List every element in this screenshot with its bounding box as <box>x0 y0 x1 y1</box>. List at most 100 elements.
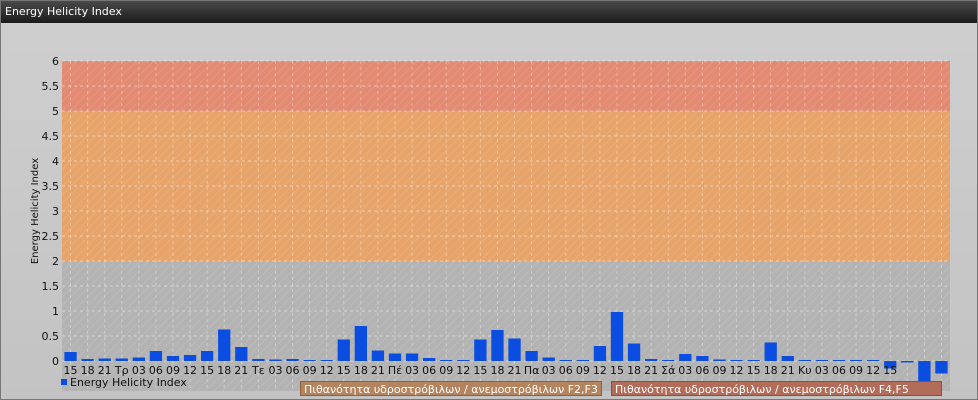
bar <box>542 357 555 361</box>
bar <box>423 358 436 361</box>
bar <box>166 356 180 361</box>
bar <box>491 330 504 361</box>
bar <box>115 358 128 361</box>
x-tick-label: 06 <box>422 364 436 377</box>
bar <box>440 360 453 361</box>
bar <box>201 351 214 361</box>
bar <box>132 357 145 361</box>
bar <box>764 342 777 361</box>
bar <box>645 359 658 361</box>
x-tick-label: 15 <box>200 364 214 377</box>
bar <box>354 326 367 361</box>
bar <box>593 346 607 361</box>
y-tick-label: 5 <box>52 105 59 118</box>
bar <box>405 353 419 361</box>
y-tick-label: 5.5 <box>42 80 60 93</box>
bar <box>320 360 333 361</box>
y-tick-label: 0.5 <box>42 330 60 343</box>
bar <box>832 360 846 361</box>
x-tick-label: 12 <box>593 364 607 377</box>
y-tick-label: 4 <box>52 155 59 168</box>
x-tick-label: 09 <box>712 364 726 377</box>
x-tick-label: 03 <box>268 364 282 377</box>
bar <box>149 351 163 361</box>
bar <box>388 353 402 361</box>
x-tick-label: 15 <box>610 364 624 377</box>
y-tick-label: 4.5 <box>42 130 60 143</box>
bar <box>252 359 265 361</box>
x-tick-label: 09 <box>849 364 863 377</box>
bar <box>935 361 948 374</box>
y-axis-ticks: 0 0.5 1 1.5 2 2.5 3 3.5 4 4.5 5 5.5 6 <box>42 55 60 368</box>
x-tick-label: 21 <box>371 364 385 377</box>
y-tick-label: 1 <box>52 305 59 318</box>
bar <box>525 351 538 361</box>
x-tick-label: 21 <box>644 364 658 377</box>
bar <box>627 343 641 361</box>
bar <box>303 360 316 361</box>
bar <box>815 360 829 361</box>
bar <box>730 360 743 361</box>
x-tick-label: 18 <box>490 364 504 377</box>
x-tick-label: 21 <box>508 364 522 377</box>
bar <box>576 360 589 361</box>
x-tick-label: 18 <box>217 364 231 377</box>
bar <box>901 361 914 363</box>
x-tick-label: 06 <box>559 364 573 377</box>
legend-swatch <box>61 379 67 385</box>
x-tick-label: 15 <box>883 364 897 377</box>
bar <box>747 360 760 361</box>
y-tick-label: 2.5 <box>42 230 60 243</box>
bar <box>183 355 197 361</box>
y-tick-label: 3 <box>52 205 59 218</box>
bar <box>713 359 726 361</box>
x-tick-label: Πέ <box>388 364 402 377</box>
x-tick-label: 15 <box>747 364 761 377</box>
x-tick-label: 03 <box>815 364 829 377</box>
legend-label: Energy Helicity Index <box>70 376 187 389</box>
y-tick-label: 3.5 <box>42 180 60 193</box>
x-tick-label: 15 <box>473 364 487 377</box>
x-tick-label: 21 <box>781 364 795 377</box>
x-tick-label: Πα <box>524 364 540 377</box>
x-tick-label: 09 <box>303 364 317 377</box>
bar <box>457 360 470 361</box>
bar <box>696 356 709 361</box>
bar <box>98 358 111 361</box>
bar <box>371 350 385 361</box>
bar <box>269 359 282 361</box>
bar <box>286 359 299 361</box>
x-tick-label: Σά <box>661 364 675 377</box>
bar <box>798 360 811 361</box>
x-tick-label: Τε <box>251 364 265 377</box>
bar <box>235 347 248 361</box>
bar <box>218 329 231 361</box>
y-tick-label: 0 <box>52 355 59 368</box>
x-tick-label: 12 <box>866 364 880 377</box>
bar <box>610 312 624 361</box>
chart-panel: Energy Helicity Index 0 0.5 1 1.5 2 2.5 3 3.5 4 4… <box>0 0 978 400</box>
bar <box>781 356 794 361</box>
x-tick-label: 15 <box>337 364 351 377</box>
x-tick-label: 18 <box>764 364 778 377</box>
x-axis-ticks: 15 18 21 Τρ 03 06 09 12 15 18 21 Τε 03 06 09 12 15 18 21 Πέ… <box>64 364 898 377</box>
bar <box>559 360 572 361</box>
band-label-f2-f3: Πιθανότητα υδροστρόβιλων / ανεμοστρόβιλω… <box>300 381 602 396</box>
y-tick-label: 1.5 <box>42 280 60 293</box>
x-tick-label: 12 <box>730 364 744 377</box>
y-axis-label: Energy Helicity Index <box>30 158 41 264</box>
bar <box>849 360 863 361</box>
bar <box>508 338 521 361</box>
bar <box>867 360 880 361</box>
x-tick-label: 18 <box>627 364 641 377</box>
x-tick-label: 03 <box>405 364 419 377</box>
bar <box>662 360 675 361</box>
x-tick-label: 03 <box>678 364 692 377</box>
x-tick-label: 09 <box>576 364 590 377</box>
y-tick-label: 2 <box>52 255 59 268</box>
bar <box>679 354 692 361</box>
x-tick-label: 06 <box>695 364 709 377</box>
x-tick-label: 18 <box>354 364 368 377</box>
bar <box>81 359 94 361</box>
x-tick-label: 06 <box>286 364 300 377</box>
